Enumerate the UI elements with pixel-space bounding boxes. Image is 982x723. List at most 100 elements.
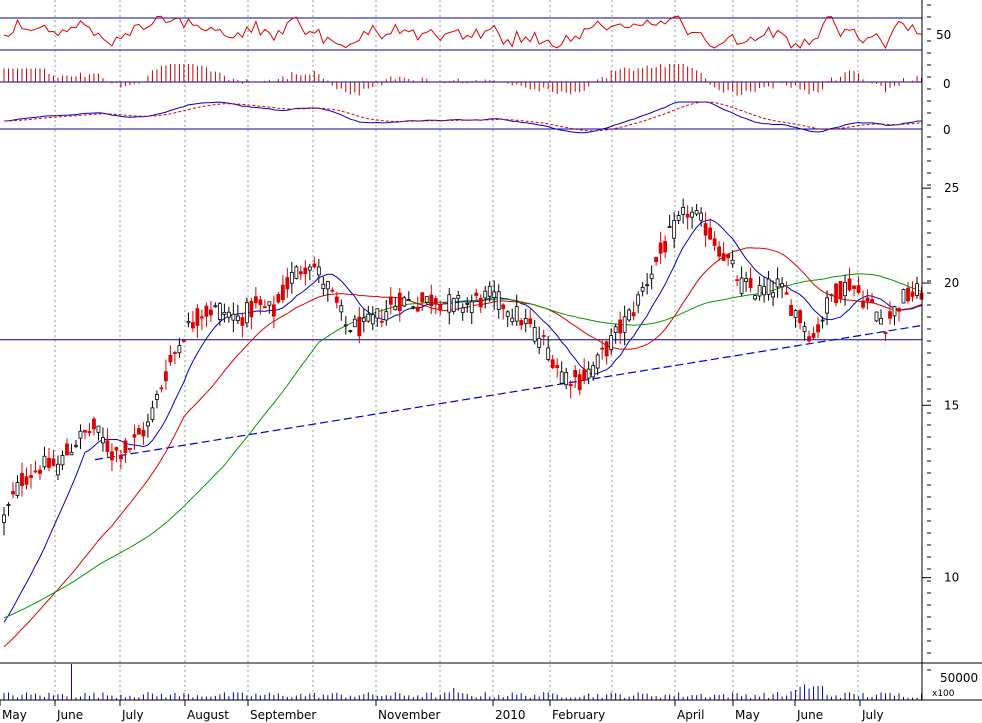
candle-body (586, 368, 591, 379)
candle-body (609, 335, 614, 350)
candle-body (217, 303, 222, 320)
candle-body (730, 259, 735, 265)
candle-body (105, 440, 110, 452)
date-label: September (250, 708, 316, 722)
candle-body (784, 292, 789, 295)
candle-body (361, 317, 366, 323)
candle-body (6, 503, 11, 506)
date-label: July (861, 708, 884, 722)
candle-body (762, 286, 766, 296)
candle-body (883, 332, 888, 335)
candle-body (559, 371, 564, 384)
volume-tick-label: 50000 (940, 671, 978, 685)
candle-body (748, 278, 753, 288)
date-label: May (2, 708, 27, 722)
candle-body (519, 320, 524, 326)
candle-body (546, 347, 551, 360)
candle-body (807, 336, 811, 342)
candle-body (712, 238, 717, 246)
candle-body (816, 324, 820, 333)
candle-body (38, 469, 42, 474)
candle-body (861, 300, 865, 308)
candle-body (820, 319, 825, 322)
candle-body (325, 281, 330, 290)
candle-body (29, 475, 33, 478)
candle-body (271, 304, 276, 317)
candle-body (645, 284, 650, 287)
candle-body (348, 330, 353, 332)
date-label: June (796, 708, 823, 722)
price-tick-label: 20 (944, 276, 959, 290)
candle-body (370, 314, 375, 325)
candle-body (285, 277, 290, 290)
candle-body (442, 302, 447, 305)
candle-body (330, 289, 335, 292)
candle-body (119, 455, 123, 460)
candle-body (708, 227, 713, 240)
candle-body (825, 297, 829, 314)
candle-body (640, 287, 645, 292)
candle-body (231, 313, 236, 321)
candle-body (51, 458, 56, 466)
price-tick-label: 15 (944, 398, 959, 412)
candle-body (487, 285, 492, 297)
candle-body (150, 407, 155, 421)
candle-body (114, 447, 119, 451)
candle-body (357, 316, 362, 337)
candle-body (631, 312, 636, 317)
candle-body (865, 297, 870, 302)
candle-body (541, 335, 546, 337)
candle-body (460, 307, 465, 313)
candle-body (703, 223, 708, 236)
candle-body (694, 210, 699, 215)
candle-body (123, 440, 128, 453)
candle-body (577, 374, 582, 391)
candle-body (101, 437, 105, 444)
candle-body (456, 295, 461, 299)
candle-body (739, 277, 744, 294)
candle-body (618, 319, 623, 334)
date-label: April (677, 708, 704, 722)
candle-body (474, 292, 479, 296)
rsi-tick-label: 50 (936, 28, 951, 42)
candle-body (744, 278, 748, 283)
candle-body (429, 294, 434, 307)
candle-body (852, 285, 856, 289)
candle-body (182, 340, 186, 342)
candle-body (568, 383, 573, 387)
candle-body (155, 394, 159, 400)
candle-body (424, 296, 429, 303)
candle-body (478, 297, 483, 308)
candle-body (173, 352, 177, 354)
candle-body (510, 317, 515, 323)
date-label: August (187, 708, 229, 722)
candle-body (406, 299, 411, 301)
candle-body (663, 240, 668, 253)
candle-body (897, 308, 901, 312)
candlestick (834, 282, 838, 307)
price-tick-label: 25 (944, 181, 959, 195)
candle-body (334, 296, 339, 303)
date-label: July (121, 708, 144, 722)
date-label: June (56, 708, 83, 722)
candle-body (280, 284, 285, 301)
candle-body (307, 266, 312, 271)
momentum-tick-label: 0 (943, 77, 951, 91)
candle-body (343, 324, 348, 327)
date-label: 2010 (495, 708, 526, 722)
candle-body (375, 308, 380, 319)
candle-body (159, 387, 164, 390)
candle-body (591, 365, 596, 378)
candle-body (627, 309, 632, 321)
candle-body (258, 299, 263, 306)
candle-body (208, 309, 213, 316)
candle-body (92, 418, 96, 430)
candle-body (168, 354, 173, 363)
candle-body (870, 299, 874, 303)
candle-body (600, 347, 605, 350)
candle-body (505, 311, 510, 317)
candle-body (137, 428, 141, 435)
candle-body (771, 292, 775, 298)
candle-body (69, 451, 74, 456)
candle-body (65, 443, 69, 456)
